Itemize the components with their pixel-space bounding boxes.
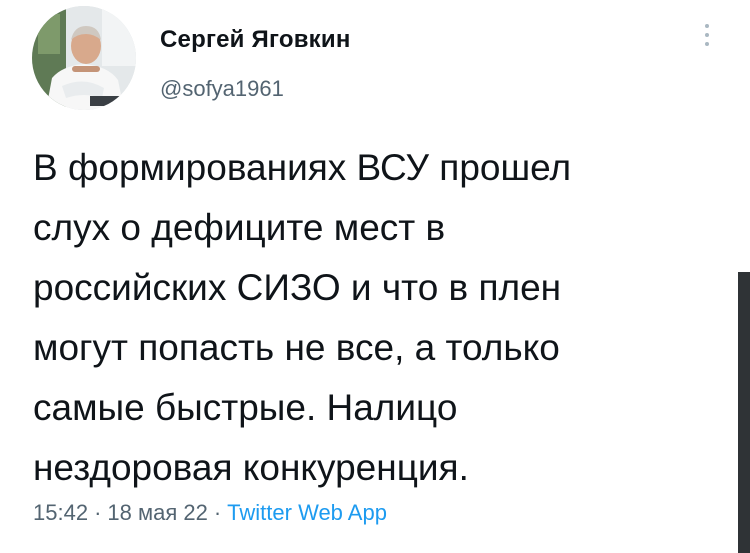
tweet-text-line: нездоровая конкуренция. <box>33 447 469 488</box>
author-handle[interactable]: @sofya1961 <box>160 76 284 102</box>
separator-dot: · <box>94 500 102 525</box>
tweet-time[interactable]: 15:42 <box>33 500 88 525</box>
more-vertical-icon[interactable] <box>700 24 714 54</box>
tweet-metadata: 15:42 · 18 мая 22 · Twitter Web App <box>33 500 387 526</box>
tweet-text-line: российских СИЗО и что в плен <box>33 267 562 308</box>
author-display-name[interactable]: Сергей Яговкин <box>160 26 351 54</box>
author-avatar[interactable] <box>32 6 136 110</box>
tweet-text-line: самые быстрые. Налицо <box>33 387 458 428</box>
tweet-date[interactable]: 18 мая 22 <box>107 500 207 525</box>
tweet-text-line: могут попасть не все, а только <box>33 327 560 368</box>
tweet-text-line: слух о дефиците мест в <box>33 207 446 248</box>
tweet-card: Сергей Яговкин @sofya1961 В формирования… <box>0 0 750 553</box>
tweet-source-link[interactable]: Twitter Web App <box>227 500 387 525</box>
tweet-text-line: В формированиях ВСУ прошел <box>33 147 572 188</box>
separator-dot: · <box>213 500 222 525</box>
tweet-text: В формированиях ВСУ прошел слух о дефици… <box>33 138 713 498</box>
scrollbar[interactable] <box>738 272 750 553</box>
user-avatar-photo-icon <box>32 6 136 110</box>
